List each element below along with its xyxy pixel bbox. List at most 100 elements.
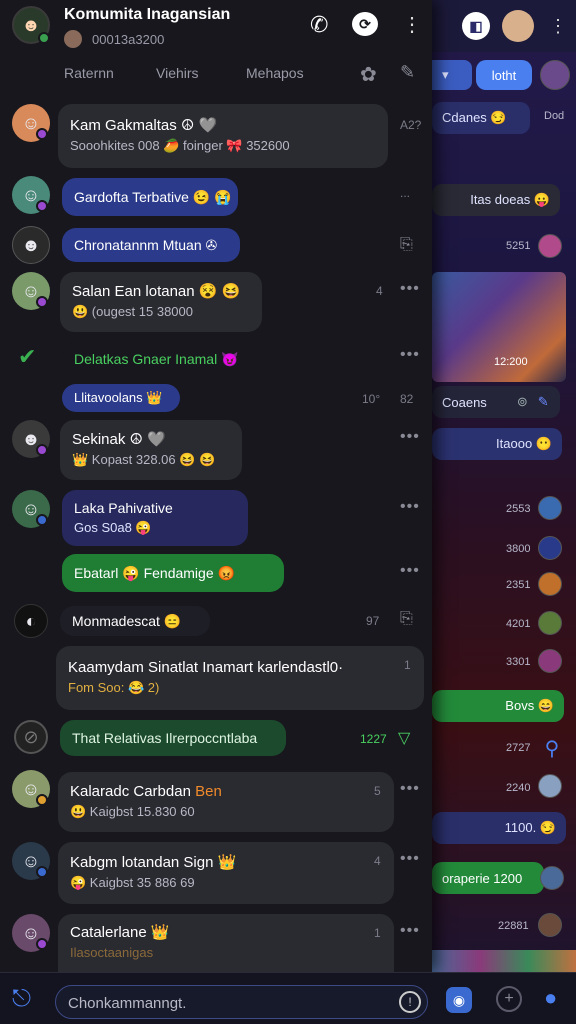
online-badge xyxy=(38,32,50,44)
status-badge xyxy=(36,296,48,308)
message-count: 5 xyxy=(374,784,381,798)
avatar xyxy=(538,611,562,635)
message-bubble[interactable]: Salan Ean lotanan 😵 😆 😃 (ougest 15 38000 xyxy=(60,272,262,332)
avatar[interactable]: ☻ xyxy=(12,226,50,264)
message-title: Chronatannm Mtuan ✇ xyxy=(74,237,218,253)
phone-icon[interactable]: ✆ xyxy=(310,12,328,38)
message-bubble[interactable]: Laka Pahivative Gos S0a8 😜 xyxy=(62,490,248,546)
camera-icon[interactable]: ◉ xyxy=(446,987,472,1013)
more-icon[interactable]: ••• xyxy=(400,428,420,446)
message-bubble[interactable]: Llitavoolans 👑 xyxy=(62,384,180,412)
search-icon[interactable]: ⚲ xyxy=(538,734,566,762)
person-icon[interactable]: ● xyxy=(544,985,557,1011)
edit-icon[interactable]: ✎ xyxy=(400,62,415,83)
more-vertical-icon[interactable]: ⋮ xyxy=(402,12,422,37)
tab-bar: Raternn Viehirs Mehapos ✿ ✎ xyxy=(0,56,432,94)
message-time: 2553 xyxy=(506,503,531,515)
message-time: 22881 xyxy=(498,920,529,932)
attach-icon[interactable]: ⎘ xyxy=(400,610,414,628)
chat-title[interactable]: Komumita Inagansian xyxy=(64,6,230,24)
more-icon[interactable]: ••• xyxy=(400,280,420,298)
message-title: Salan Ean lotanan 😵 😆 xyxy=(72,283,241,300)
message-bubble[interactable]: Catalerlane 👑 Ilasoctaanigas xyxy=(58,914,394,972)
message-sub: 😃 (ougest 15 38000 xyxy=(72,304,193,319)
message-count: 1 xyxy=(404,658,411,672)
avatar[interactable] xyxy=(502,10,534,42)
more-icon[interactable]: ••• xyxy=(400,850,420,868)
more-icon[interactable]: ••• xyxy=(400,780,420,798)
composer-field[interactable]: ! xyxy=(55,985,428,1019)
status-badge xyxy=(36,444,48,456)
avatar xyxy=(538,649,562,673)
message-sub: Gos S0a8 😜 xyxy=(74,520,152,535)
tab-viehirs[interactable]: Viehirs xyxy=(156,65,199,81)
message-bubble[interactable]: Ebatarl 😜 Fendamige 😡 xyxy=(62,554,284,592)
settings-icon[interactable]: ✿ xyxy=(360,62,377,87)
avatar xyxy=(538,496,562,520)
avatar xyxy=(538,913,562,937)
message-bubble[interactable]: Gardofta Terbative 😉 😭 xyxy=(62,178,238,216)
right-message-bubble: Bovs 😄 xyxy=(432,690,564,722)
video-chat-icon[interactable]: ⟳ xyxy=(352,12,378,36)
message-input[interactable] xyxy=(68,992,388,1014)
more-icon[interactable]: ••• xyxy=(400,346,420,364)
message-bubble[interactable]: Kaamydam Sinatlat Inamart karlendastl0· … xyxy=(56,646,424,710)
message-title: Kam Gakmaltas ☮ 🩶 xyxy=(70,117,218,134)
message-bubble[interactable]: Kabgm lotandan Sign 👑 😜 Kaigbst 35 886 6… xyxy=(58,842,394,904)
message-time: 2240 xyxy=(506,782,531,794)
chat-header: ☻ Komumita Inagansian 00013a3200 ✆ ⟳ ⋮ xyxy=(0,0,432,56)
message-title: Llitavoolans 👑 xyxy=(74,390,163,405)
more-icon[interactable]: ••• xyxy=(400,562,420,580)
paperclip-icon[interactable]: ⎋ xyxy=(12,985,31,1013)
message-time: 4201 xyxy=(506,618,531,630)
message-time: 1227 xyxy=(360,732,387,746)
message-bubble[interactable]: Kalaradc Carbdan Ben 😃 Kaigbst 15.830 60 xyxy=(58,772,394,832)
more-icon[interactable]: ••• xyxy=(400,922,420,940)
info-icon[interactable]: ! xyxy=(399,991,421,1013)
message-bubble[interactable]: Delatkas Gnaer Inamal 😈 xyxy=(62,342,262,376)
message-time: 97 xyxy=(366,614,380,628)
message-time: 12:200 xyxy=(494,356,528,368)
avatar xyxy=(538,536,562,560)
more-icon[interactable]: ••• xyxy=(400,498,420,516)
message-bubble[interactable]: Kam Gakmaltas ☮ 🩶 Sooohkites 008 🥭 foing… xyxy=(58,104,388,168)
message-time: Dod xyxy=(544,110,565,122)
message-sub: Sooohkites 008 🥭 foinger 🎀 352600 xyxy=(70,138,290,153)
message-title: Kalaradc Carbdan Ben xyxy=(70,783,222,800)
chat-subtitle: 00013a3200 xyxy=(92,32,165,47)
status-badge xyxy=(36,200,48,212)
message-bubble[interactable]: That Relativas Ilrerpoccntlaba xyxy=(60,720,286,756)
message-title: Monmadescat 😑 xyxy=(72,613,182,629)
message-title: That Relativas Ilrerpoccntlaba xyxy=(72,730,258,746)
tab-left[interactable]: ▾ xyxy=(432,60,472,90)
more-vertical-icon[interactable]: ⋮ xyxy=(544,12,572,40)
message-title: Laka Pahivative xyxy=(74,500,173,516)
avatar[interactable]: ◐ xyxy=(14,604,48,638)
right-message-bubble: 1100. 😏 xyxy=(432,812,566,844)
shared-image[interactable]: 12:200 xyxy=(432,272,566,382)
right-message-bubble: Itaooo 😶 xyxy=(432,428,562,460)
message-sub: 👑 Kopast 328.06 😆 😆 xyxy=(72,452,216,467)
tab-active[interactable]: lotht xyxy=(476,60,532,90)
message-time: 10° xyxy=(362,392,381,406)
message-count: 82 xyxy=(400,392,414,406)
message-bubble[interactable]: Sekinak ☮ 🩶 👑 Kopast 328.06 😆 😆 xyxy=(60,420,242,480)
video-room-icon[interactable]: ◧ xyxy=(462,12,490,40)
message-time: 5251 xyxy=(506,240,531,252)
message-time: 2351 xyxy=(506,579,531,591)
right-message-bubble: Itas doeas 😛 xyxy=(432,184,560,216)
app: ◧ ⋮ ▾ lotht Cdanes 😏 Dod Itas doeas 😛 52… xyxy=(0,0,576,1024)
message-sub: Ilasoctaanigas xyxy=(70,945,154,960)
attach-icon[interactable]: ⎘ xyxy=(400,236,414,254)
avatar[interactable]: ⊘ xyxy=(14,720,48,754)
message-time: 2727 xyxy=(506,742,531,754)
message-title: Kaamydam Sinatlat Inamart karlendastl0· xyxy=(68,659,344,676)
add-circle-icon[interactable]: + xyxy=(496,986,522,1012)
tab-mehapos[interactable]: Mehapos xyxy=(246,65,304,81)
message-title: Gardofta Terbative 😉 😭 xyxy=(74,189,232,205)
message-time: A2? xyxy=(400,118,422,132)
message-bubble[interactable]: Chronatannm Mtuan ✇ xyxy=(62,228,240,262)
status-badge xyxy=(36,128,48,140)
tab-raternn[interactable]: Raternn xyxy=(64,65,114,81)
message-bubble[interactable]: Monmadescat 😑 xyxy=(60,606,210,636)
